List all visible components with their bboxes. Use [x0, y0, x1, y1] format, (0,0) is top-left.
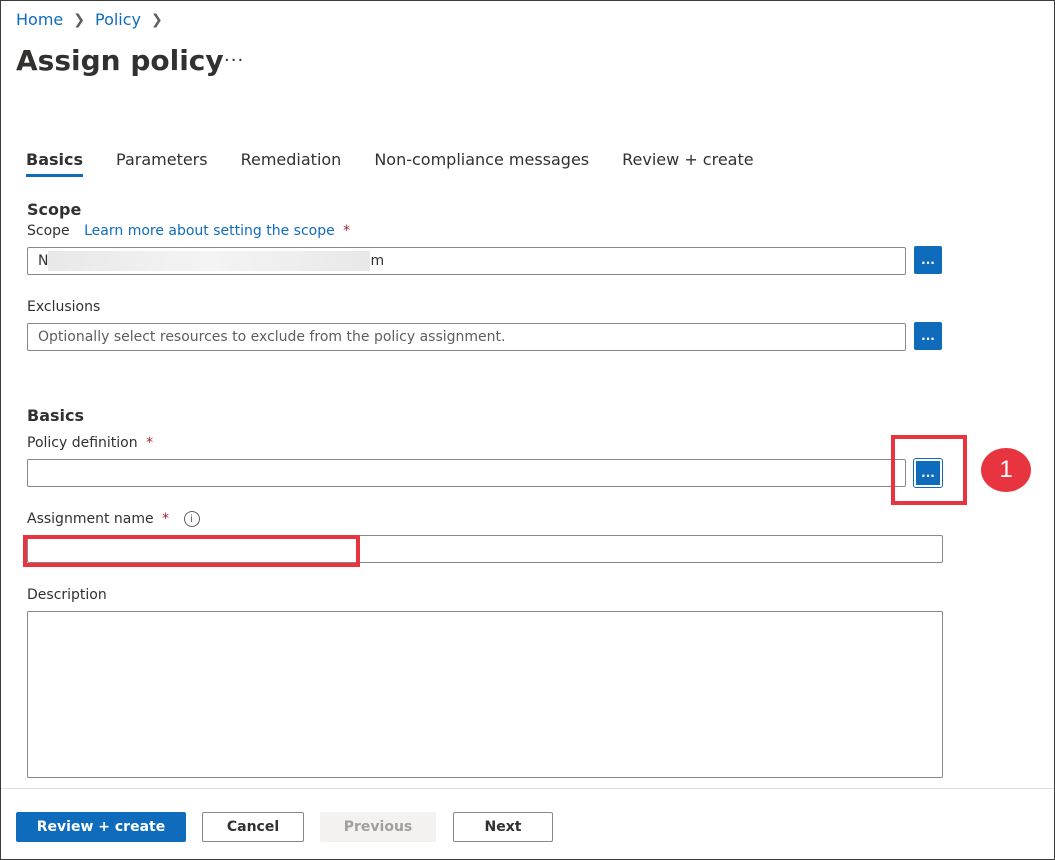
description-label: Description	[27, 587, 107, 603]
policy-definition-label-row: Policy definition *	[27, 435, 153, 451]
assignment-name-label: Assignment name	[27, 511, 154, 527]
tab-parameters[interactable]: Parameters	[116, 150, 208, 177]
required-marker: *	[343, 223, 351, 239]
more-options-icon[interactable]: ···	[224, 50, 244, 71]
cancel-button[interactable]: Cancel	[202, 812, 304, 842]
page-title: Assign policy	[16, 44, 224, 77]
scope-learn-more-link[interactable]: Learn more about setting the scope	[84, 223, 335, 239]
breadcrumb: Home ❯ Policy ❯	[16, 10, 173, 29]
required-marker: *	[146, 435, 154, 451]
redacted-scope-value	[48, 251, 371, 271]
previous-button[interactable]: Previous	[320, 812, 436, 842]
assignment-name-label-row: Assignment name * i	[27, 511, 200, 527]
policy-definition-label: Policy definition	[27, 435, 138, 451]
exclusions-browse-button[interactable]: ...	[914, 322, 942, 350]
breadcrumb-policy[interactable]: Policy	[95, 10, 141, 29]
scope-value-start: N	[38, 253, 49, 269]
browse-highlight-box	[891, 435, 967, 505]
assignment-name-highlight-box	[23, 535, 360, 567]
breadcrumb-home[interactable]: Home	[16, 10, 63, 29]
tab-non-compliance-messages[interactable]: Non-compliance messages	[374, 150, 589, 177]
scope-browse-button[interactable]: ...	[914, 246, 942, 274]
chevron-right-icon: ❯	[73, 11, 85, 28]
step-callout-badge: 1	[981, 448, 1031, 492]
info-icon[interactable]: i	[183, 511, 200, 527]
tab-list: Basics Parameters Remediation Non-compli…	[26, 150, 787, 177]
scope-label-row: Scope Learn more about setting the scope…	[27, 223, 350, 239]
policy-definition-input[interactable]	[27, 459, 906, 487]
basics-section-heading: Basics	[27, 406, 85, 425]
scope-input[interactable]: N m	[27, 247, 906, 275]
required-marker: *	[162, 511, 170, 527]
scope-section-heading: Scope	[27, 200, 82, 219]
exclusions-input[interactable]: Optionally select resources to exclude f…	[27, 323, 906, 351]
next-button[interactable]: Next	[453, 812, 553, 842]
tab-review-create[interactable]: Review + create	[622, 150, 753, 177]
scope-value-end: m	[370, 253, 385, 269]
footer-divider	[1, 788, 1054, 789]
exclusions-label: Exclusions	[27, 299, 101, 315]
tab-remediation[interactable]: Remediation	[241, 150, 342, 177]
tab-basics[interactable]: Basics	[26, 150, 84, 177]
review-create-button[interactable]: Review + create	[16, 812, 186, 842]
chevron-right-icon: ❯	[151, 11, 163, 28]
description-textarea[interactable]	[27, 611, 943, 778]
scope-label: Scope	[27, 223, 70, 239]
